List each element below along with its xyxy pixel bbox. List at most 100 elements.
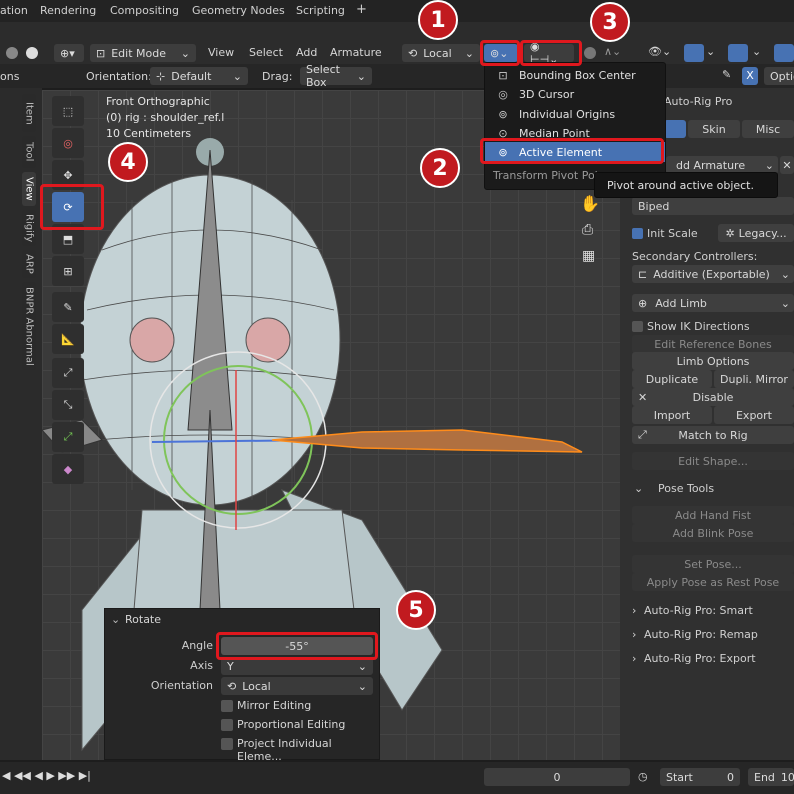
side-tab-arp[interactable]: ARP xyxy=(22,250,36,278)
init-scale-checkbox[interactable] xyxy=(632,228,643,239)
highlight-rotate-tool xyxy=(40,184,104,230)
transform-orientation-dropdown[interactable]: ⟲ Local ⌄ xyxy=(402,44,480,62)
menu-item-bounding-box-center[interactable]: ⊡ Bounding Box Center xyxy=(485,65,665,85)
edit-shape-button[interactable]: Edit Shape... xyxy=(632,452,794,470)
workspace-tab-compositing[interactable]: Compositing xyxy=(110,4,179,17)
match-to-rig-button[interactable]: ⤢ Match to Rig xyxy=(632,426,794,444)
object-interaction-icon[interactable] xyxy=(26,47,38,59)
annotate-icon: ✎ xyxy=(63,300,73,314)
apply-pose-rest-button[interactable]: Apply Pose as Rest Pose xyxy=(632,573,794,591)
editor-type-icon[interactable] xyxy=(6,47,18,59)
xray-toggle-icon[interactable] xyxy=(774,44,794,62)
side-tab-item[interactable]: Item xyxy=(22,94,36,132)
add-hand-fist-button[interactable]: Add Hand Fist xyxy=(632,506,794,524)
annotation-badge-1: 1 xyxy=(418,0,458,40)
overlays-dropdown-icon[interactable]: ⌄ xyxy=(752,45,761,58)
dupli-mirror-button[interactable]: Dupli. Mirror xyxy=(714,370,794,388)
set-pose-button[interactable]: Set Pose... xyxy=(632,555,794,573)
workspace-tab-rendering[interactable]: Rendering xyxy=(40,4,96,17)
visibility-eye-icon[interactable]: 👁⌄ xyxy=(648,45,671,58)
bone-size-tool[interactable]: ⤢ xyxy=(52,422,84,452)
biped-dropdown[interactable]: Biped xyxy=(632,197,794,215)
edit-reference-bones-button[interactable]: Edit Reference Bones xyxy=(632,335,794,353)
extrude-tool[interactable]: ⤡ xyxy=(52,390,84,420)
playback-controls[interactable]: ◀ ◀◀ ◀ ▶ ▶▶ ▶| xyxy=(2,769,91,782)
workspace-tab-geometry-nodes[interactable]: Geometry Nodes xyxy=(192,4,285,17)
menu-item-3d-cursor[interactable]: ◎ 3D Cursor xyxy=(485,84,665,104)
bone-roll-tool[interactable]: ⤢ xyxy=(52,358,84,388)
measure-tool[interactable]: 📐 xyxy=(52,324,84,354)
start-frame-field[interactable]: Start 0 xyxy=(660,768,740,786)
clock-icon[interactable]: ◷ xyxy=(638,770,648,783)
annotate-tool[interactable]: ✎ xyxy=(52,292,84,322)
remap-panel-header[interactable]: Auto-Rig Pro: Remap xyxy=(644,628,758,641)
project-individual-checkbox[interactable] xyxy=(221,738,233,750)
select-mode-dropdown[interactable]: ⊕▾ xyxy=(54,44,84,62)
disable-label: Disable xyxy=(692,390,734,404)
operator-title: Rotate xyxy=(125,613,162,626)
chevron-right-icon[interactable]: › xyxy=(632,652,636,665)
remove-armature-button[interactable]: ✕ xyxy=(780,156,794,174)
workspace-tab-scripting[interactable]: Scripting xyxy=(296,4,345,17)
camera-icon[interactable]: ⎙ xyxy=(582,222,593,238)
cursor-tool[interactable]: ◎ xyxy=(52,128,84,158)
export-button[interactable]: Export xyxy=(714,406,794,424)
select-box-tool[interactable]: ⬚ xyxy=(52,96,84,126)
menu-armature[interactable]: Armature xyxy=(330,46,382,59)
options-dropdown[interactable]: Optio xyxy=(764,67,794,85)
rig-tab-active[interactable] xyxy=(664,120,686,138)
side-tab-bnpr[interactable]: BNPR Abnormal xyxy=(22,282,36,370)
limb-options-button[interactable]: Limb Options xyxy=(632,352,794,370)
menu-select[interactable]: Select xyxy=(249,46,283,59)
secondary-controllers-dropdown[interactable]: ⊏ Additive (Exportable) ⌄ xyxy=(632,265,794,283)
show-ik-checkbox[interactable] xyxy=(632,321,643,332)
menu-view[interactable]: View xyxy=(208,46,234,59)
side-tab-rigify[interactable]: Rigify xyxy=(22,210,36,246)
highlight-angle-field xyxy=(216,632,378,660)
chevron-right-icon[interactable]: › xyxy=(632,628,636,641)
secondary-controllers-label: Secondary Controllers: xyxy=(632,250,758,263)
side-tab-view[interactable]: View xyxy=(22,172,36,206)
chevron-down-icon: ⌄ xyxy=(180,46,190,60)
menu-add[interactable]: Add xyxy=(296,46,317,59)
proportional-edit-icon[interactable] xyxy=(584,47,596,59)
workspace-tab-animation[interactable]: ation xyxy=(0,4,28,17)
pose-tools-header[interactable]: Pose Tools xyxy=(658,482,714,495)
right-eye xyxy=(245,317,291,363)
proportional-editing-checkbox[interactable] xyxy=(221,719,233,731)
side-tab-tool[interactable]: Tool xyxy=(22,136,36,168)
skin-tab[interactable]: Skin xyxy=(688,120,740,138)
misc-tab[interactable]: Misc xyxy=(742,120,794,138)
transform-tool[interactable]: ⊞ xyxy=(52,256,84,286)
disable-button[interactable]: ✕ Disable xyxy=(632,388,794,406)
mode-dropdown[interactable]: ⊡ Edit Mode ⌄ xyxy=(90,44,196,62)
gizmo-toggle-icon[interactable] xyxy=(684,44,704,62)
orientation-dropdown[interactable]: ⊹ Default ⌄ xyxy=(150,67,248,85)
add-limb-dropdown[interactable]: ⊕ Add Limb ⌄ xyxy=(632,294,794,312)
gizmo-dropdown-icon[interactable]: ⌄ xyxy=(706,45,715,58)
overlays-toggle-icon[interactable] xyxy=(728,44,748,62)
legacy-button[interactable]: ✲ Legacy... xyxy=(718,224,794,242)
orientation-dropdown[interactable]: ⟲ Local ⌄ xyxy=(221,677,373,695)
add-workspace-button[interactable]: + xyxy=(356,2,367,17)
x-mirror-button[interactable]: X xyxy=(742,67,758,85)
current-frame-field[interactable]: 0 xyxy=(484,768,630,786)
pose-tools-chevron-icon[interactable]: ⌄ xyxy=(634,482,643,495)
chevron-right-icon[interactable]: › xyxy=(632,604,636,617)
grid-view-icon[interactable]: ▦ xyxy=(582,248,595,264)
drag-dropdown[interactable]: Select Box ⌄ xyxy=(300,63,372,89)
chevron-down-icon[interactable]: ⌄ xyxy=(111,613,120,626)
scale-icon: ⬒ xyxy=(62,232,74,246)
bone-icon[interactable]: ✎ xyxy=(722,68,731,81)
smart-panel-header[interactable]: Auto-Rig Pro: Smart xyxy=(644,604,753,617)
mirror-editing-checkbox[interactable] xyxy=(221,700,233,712)
menu-item-individual-origins[interactable]: ⊚ Individual Origins xyxy=(485,104,665,124)
export-panel-header[interactable]: Auto-Rig Pro: Export xyxy=(644,652,756,665)
gear-icon: ✲ xyxy=(725,226,735,240)
import-button[interactable]: Import xyxy=(632,406,712,424)
add-blink-pose-button[interactable]: Add Blink Pose xyxy=(632,524,794,542)
duplicate-button[interactable]: Duplicate xyxy=(632,370,712,388)
end-frame-field[interactable]: End 10 xyxy=(748,768,794,786)
bone-envelope-tool[interactable]: ◆ xyxy=(52,454,84,484)
falloff-icon[interactable]: ∧⌄ xyxy=(604,45,621,58)
